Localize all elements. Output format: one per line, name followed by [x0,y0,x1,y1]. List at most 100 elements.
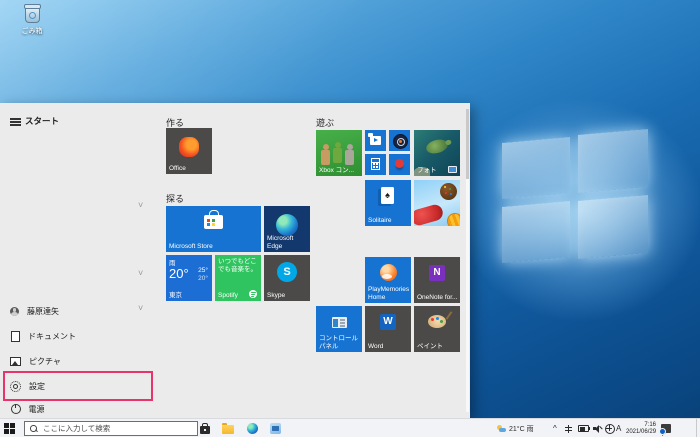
taskbar-search-box[interactable] [24,421,198,436]
control-panel-icon [331,317,347,328]
tile-microsoft-edge[interactable]: Microsoft Edge [264,206,310,252]
chevron-down-icon[interactable]: ˅ [138,200,143,210]
ime-mode-label: A [616,424,622,433]
tile-xbox[interactable]: Xbox コン... [316,130,362,176]
spotify-tagline: いつでもどこでも音楽を。 [218,258,257,273]
pictures-label: ピクチャ [29,356,61,366]
weather-icon [497,424,506,433]
word-icon: W [380,314,401,330]
tile-candy-crush[interactable] [414,180,460,226]
sidebar-item-documents[interactable]: ドキュメント [0,329,150,343]
weather-low: 20° [198,275,208,282]
spotify-icon [249,290,257,298]
tile-weather[interactable]: 雨 20° 25° 20° 東京 [166,255,212,301]
taskbar-store-button[interactable] [198,422,212,435]
sidebar-item-user[interactable]: 藤原達矢 [0,304,150,318]
tile-microsoft-store[interactable]: Microsoft Store [166,206,261,252]
mail-icon [269,423,281,434]
taskbar-explorer-button[interactable] [221,422,235,435]
tile-solitaire[interactable]: ♠ Solitaire [365,180,411,226]
hamburger-menu-icon[interactable] [10,118,21,126]
chevron-down-icon[interactable]: ˅ [138,268,143,278]
start-button[interactable] [4,423,15,434]
documents-label: ドキュメント [28,331,76,341]
search-icon [30,425,37,432]
screen: ごみ箱 スタート 藤原達矢 ドキュメント ピクチャ 設定 電源 ˅ ˅ ˅ 作る… [0,0,700,437]
sidebar-item-pictures[interactable]: ピクチャ [0,354,150,368]
settings-label: 設定 [29,381,45,391]
action-center-button[interactable] [659,419,671,437]
start-menu: スタート 藤原達矢 ドキュメント ピクチャ 設定 電源 ˅ ˅ ˅ 作る 探る [0,103,470,418]
tile-maps[interactable] [389,154,410,175]
taskbar-edge-button[interactable] [245,422,259,435]
store-icon [200,422,210,434]
tray-volume-button[interactable] [593,419,602,437]
tray-network-button[interactable] [605,419,615,437]
movies-tv-icon [368,133,381,145]
edge-icon [276,214,298,236]
tile-control-panel[interactable]: コントロール パネル [316,306,362,352]
tray-usb-button[interactable] [565,419,572,437]
taskbar-clock[interactable]: 7:16 2021/06/29 [626,422,656,436]
tray-weather-widget[interactable]: 21°C 雨 [497,419,534,437]
logo-pane [578,194,648,260]
camera-lens-icon [393,134,408,149]
tile-playmemories-home[interactable]: PlayMemories Home [365,257,411,303]
weather-city: 東京 [169,291,182,299]
sidebar-item-power[interactable]: 電源 [0,402,150,416]
tile-movies-tv[interactable] [365,130,386,151]
logo-pane [578,128,648,194]
calculator-icon [371,158,380,170]
power-icon [10,403,21,414]
group-header-explore[interactable]: 探る [166,192,184,205]
clock-date: 2021/06/29 [626,428,657,435]
tile-office[interactable]: Office [166,128,212,174]
solitaire-card-icon: ♠ [381,187,394,204]
tile-label: フォト [417,166,437,174]
windows-logo-icon [4,423,9,428]
candy-chocolate-ball [440,183,457,200]
skype-icon: S [277,262,297,282]
tile-label: ペイント [417,342,443,350]
taskbar-mail-button[interactable] [268,422,282,435]
tile-word[interactable]: W Word [365,306,411,352]
weather-temp: 20° [169,266,189,281]
onenote-icon: N [429,265,445,281]
tile-photos[interactable]: フォト [414,130,460,176]
edge-icon [246,423,258,434]
user-name: 藤原達矢 [27,306,59,316]
chevron-down-icon[interactable]: ˅ [138,303,143,313]
tile-spotify[interactable]: いつでもどこでも音楽を。 Spotify [215,255,261,301]
folder-icon [222,423,234,434]
search-input[interactable] [41,423,197,434]
tile-calculator[interactable] [365,154,386,175]
xbox-avatar-figure [345,144,354,165]
tile-onenote[interactable]: N OneNote for... [414,257,460,303]
tray-weather-text: 21°C 雨 [509,425,534,433]
turtle-photo [424,137,450,156]
usb-icon [565,424,572,433]
tray-chevron-up[interactable]: ^ [553,419,557,437]
logo-pane [502,201,570,263]
document-icon [11,330,20,342]
recycle-bin-label: ごみ箱 [21,28,43,35]
sidebar-item-settings[interactable]: 設定 [0,379,150,393]
store-bag-icon [204,210,223,229]
paint-palette-icon [428,315,446,328]
tray-ime-mode-button[interactable]: A [616,419,621,437]
tile-paint[interactable]: ペイント [414,306,460,352]
recycle-bin-desktop-icon[interactable]: ごみ箱 [10,4,54,36]
tile-label: Microsoft Store [169,242,213,250]
clock-time: 7:16 [644,421,656,428]
office-icon [179,137,199,157]
group-header-play[interactable]: 遊ぶ [316,116,334,129]
tray-battery-button[interactable] [578,419,591,437]
tile-skype[interactable]: S Skype [264,255,310,301]
show-desktop-button[interactable] [696,419,700,437]
windows-wallpaper-logo [502,128,648,264]
start-menu-title: スタート [25,116,60,126]
tile-label: Word [368,342,384,350]
pictures-icon [10,357,21,366]
start-menu-scrollbar[interactable] [466,109,469,412]
tile-camera[interactable] [389,130,410,151]
